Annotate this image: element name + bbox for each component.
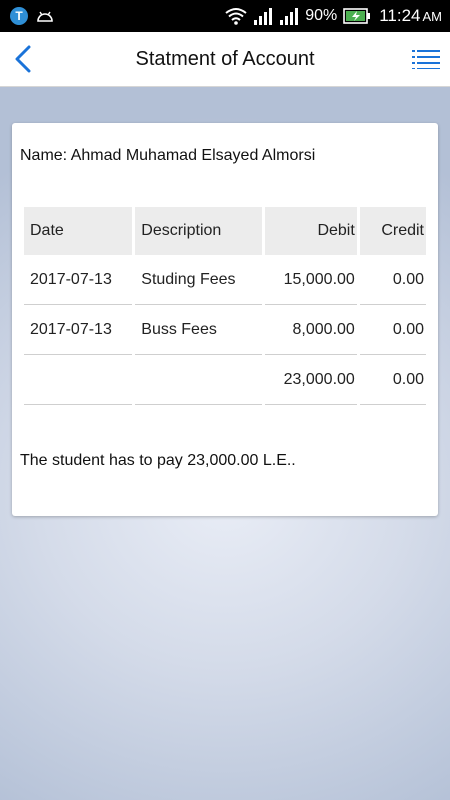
back-button[interactable] (6, 41, 40, 77)
t-app-icon: T (10, 7, 28, 25)
status-right-icons: 90% 11:24 AM (225, 4, 442, 28)
battery-charging-icon (343, 8, 371, 24)
header-date: Date (24, 207, 133, 255)
header-credit: Credit (359, 207, 426, 255)
row-description: Buss Fees (135, 305, 262, 355)
signal-icon (280, 8, 299, 25)
statement-table: Date Description Debit Credit 2017-07-13… (21, 207, 429, 405)
totals-debit: 23,000.00 (264, 355, 357, 405)
totals-credit: 0.00 (359, 355, 426, 405)
table-row: 2017-07-13 Buss Fees 8,000.00 0.00 (24, 305, 426, 355)
totals-row: 23,000.00 0.00 (24, 355, 426, 405)
student-name: Name: Ahmad Muhamad Elsayed Almorsi (20, 147, 316, 164)
payment-summary: The student has to pay 23,000.00 L.E.. (20, 452, 296, 469)
page-title: Statment of Account (135, 48, 315, 70)
header-debit: Debit (264, 207, 357, 255)
android-debug-icon (37, 11, 53, 22)
list-menu-icon (412, 50, 440, 69)
menu-button[interactable] (410, 44, 442, 74)
battery-percent: 90% (305, 7, 338, 24)
row-date: 2017-07-13 (24, 305, 133, 355)
status-left-icons: T (10, 6, 54, 26)
totals-description (135, 355, 262, 405)
wifi-icon (225, 8, 247, 25)
header-description: Description (135, 207, 262, 255)
status-bar: T 90% 11:24 AM (0, 0, 450, 32)
row-description: Studing Fees (135, 255, 262, 305)
table-row: 2017-07-13 Studing Fees 15,000.00 0.00 (24, 255, 426, 305)
clock: 11:24 AM (379, 6, 442, 25)
signal-icon (254, 8, 273, 25)
statement-card: Name: Ahmad Muhamad Elsayed Almorsi Date… (12, 123, 438, 516)
row-date: 2017-07-13 (24, 255, 133, 305)
row-debit: 15,000.00 (264, 255, 357, 305)
totals-date (24, 355, 133, 405)
chevron-left-icon (15, 45, 31, 73)
row-credit: 0.00 (359, 255, 426, 305)
row-debit: 8,000.00 (264, 305, 357, 355)
table-header-row: Date Description Debit Credit (24, 207, 426, 255)
app-bar: Statment of Account (0, 32, 450, 87)
row-credit: 0.00 (359, 305, 426, 355)
